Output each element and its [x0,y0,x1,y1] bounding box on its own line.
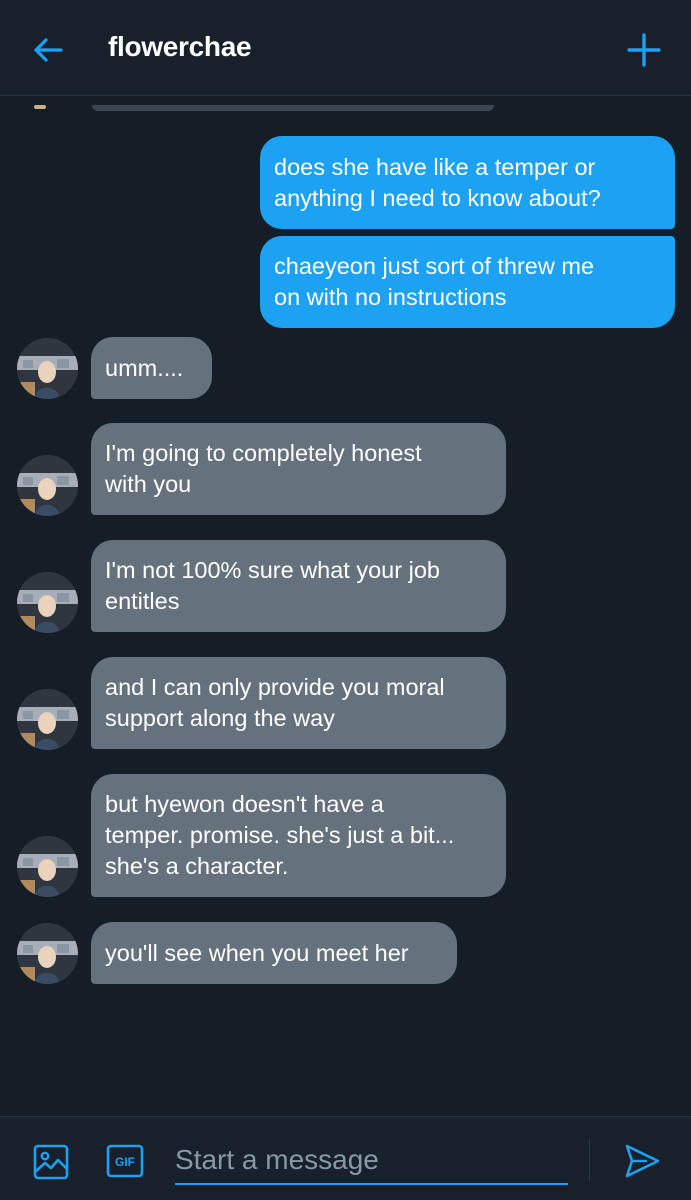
conversation-header: flowerchae [0,0,691,96]
cut-off-message-bubble [92,105,494,111]
sent-message-bubble[interactable]: does she have like a temper or anything … [260,136,675,229]
avatar-image [17,836,78,897]
message-text: I'm going to completely honest with you [105,440,422,497]
cut-off-avatar [34,105,46,109]
gif-icon: GIF [106,1144,144,1178]
message-input[interactable] [175,1137,568,1185]
avatar-image [17,455,78,516]
send-icon [625,1144,660,1178]
received-message-bubble[interactable]: you'll see when you meet her [91,922,457,984]
message-text: umm.... [105,354,184,381]
back-button[interactable] [28,30,68,70]
dm-conversation-screen: flowerchae does she have like a temper o… [0,0,691,1200]
conversation-title: flowerchae [108,31,252,62]
avatar-image [17,338,78,399]
message-composer: GIF [0,1116,691,1200]
send-button[interactable] [622,1141,662,1181]
add-gif-button[interactable]: GIF [106,1144,144,1178]
avatar[interactable] [17,923,78,984]
message-text: does she have like a temper or anything … [274,153,601,211]
avatar-image [17,572,78,633]
sent-message-bubble[interactable]: chaeyeon just sort of threw me on with n… [260,236,675,328]
arrow-left-icon [34,38,63,62]
plus-icon [627,33,661,67]
add-media-button[interactable] [32,1143,70,1181]
image-icon [33,1144,69,1180]
new-message-button[interactable] [622,28,666,72]
received-message-bubble[interactable]: and I can only provide you moral support… [91,657,506,749]
received-message-bubble[interactable]: umm.... [91,337,212,399]
composer-divider [589,1139,590,1181]
avatar[interactable] [17,338,78,399]
message-text: you'll see when you meet her [105,939,409,966]
message-text: and I can only provide you moral support… [105,674,445,731]
avatar[interactable] [17,689,78,750]
avatar[interactable] [17,572,78,633]
message-thread[interactable]: does she have like a temper or anything … [0,97,691,1115]
received-message-bubble[interactable]: but hyewon doesn't have a temper. promis… [91,774,506,897]
message-text: chaeyeon just sort of threw me on with n… [274,253,595,310]
avatar[interactable] [17,836,78,897]
received-message-bubble[interactable]: I'm going to completely honest with you [91,423,506,515]
avatar[interactable] [17,455,78,516]
gif-label: GIF [115,1155,135,1169]
message-text: I'm not 100% sure what your job entitles [105,557,440,614]
avatar-image [17,923,78,984]
avatar-image [17,689,78,750]
message-text: but hyewon doesn't have a temper. promis… [105,791,455,879]
received-message-bubble[interactable]: I'm not 100% sure what your job entitles [91,540,506,632]
